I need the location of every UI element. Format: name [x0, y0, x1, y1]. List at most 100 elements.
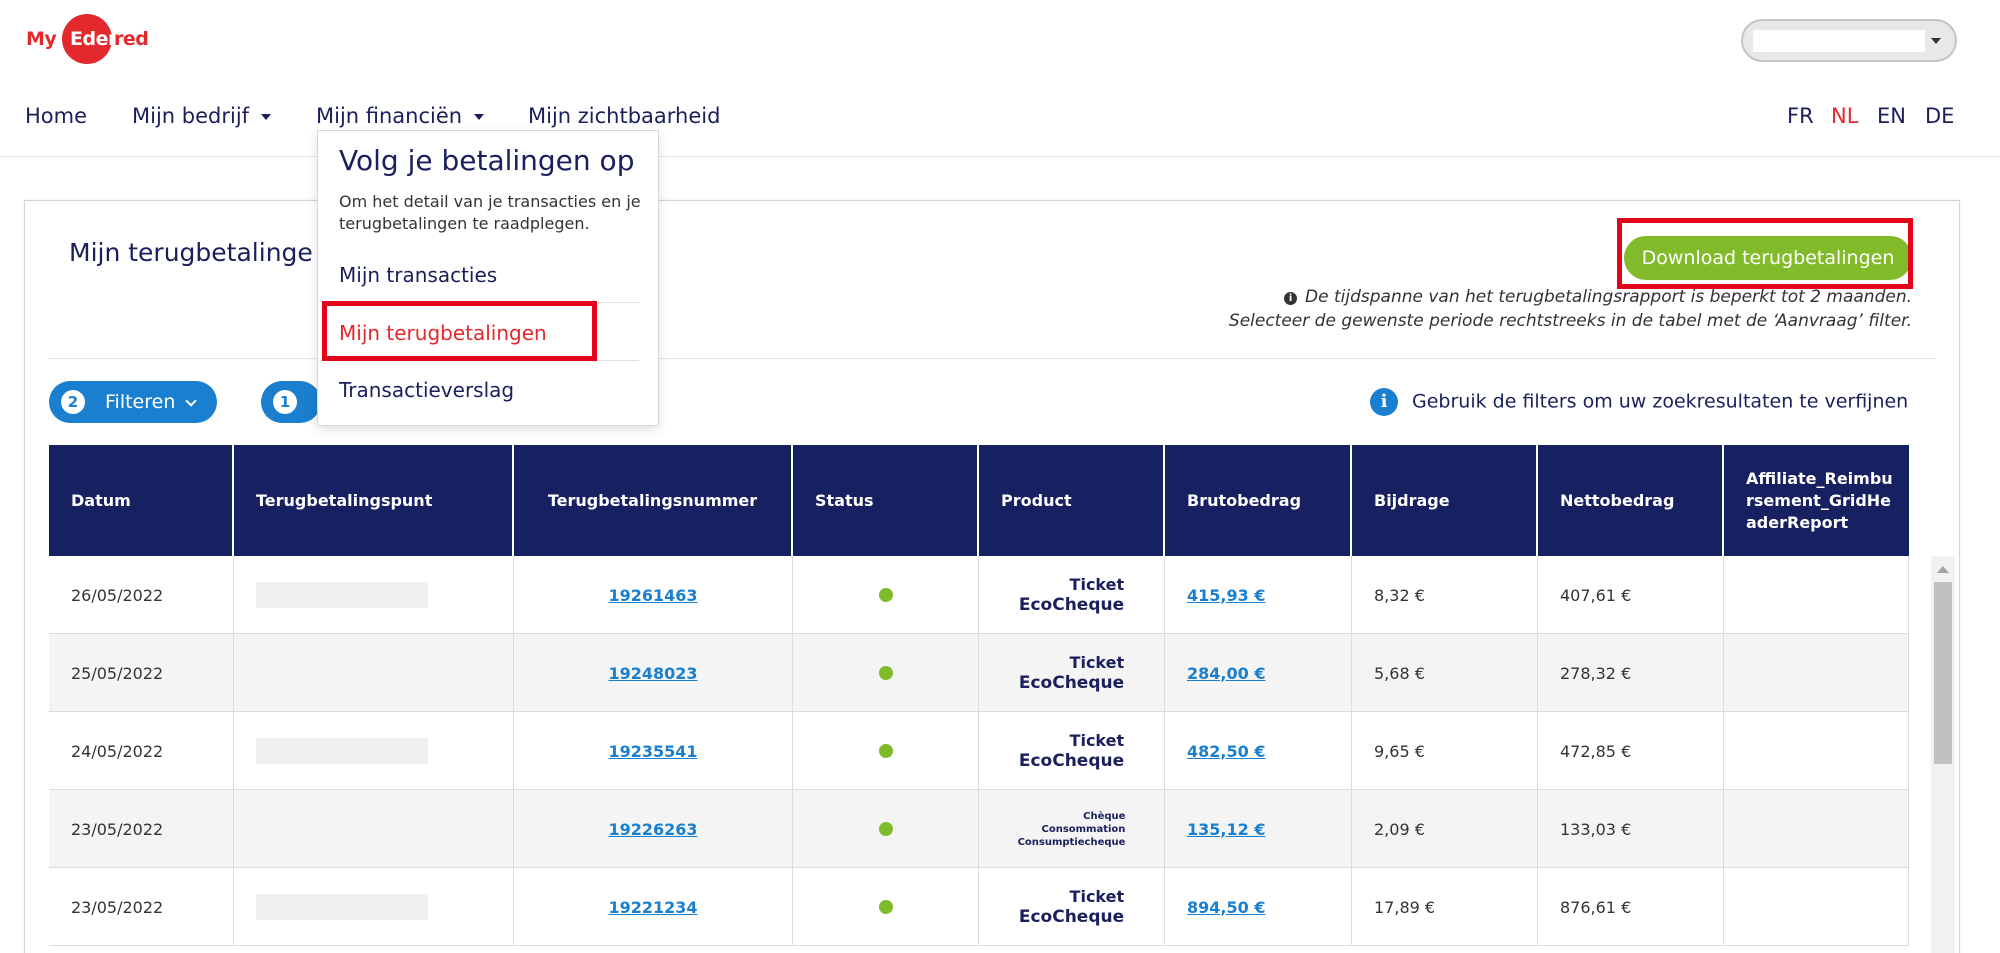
cell-number: 19248023: [514, 634, 793, 712]
cheque-consommation-logo: Chèque Consommation Consumptiecheque: [1018, 810, 1126, 849]
cell-affiliate-report: [1724, 790, 1909, 868]
cell-date: 25/05/2022: [49, 634, 234, 712]
highlight-box-reimbursements: [322, 301, 597, 361]
product-line-2: Consommation: [1041, 823, 1126, 835]
menu-item-transactions[interactable]: Mijn transacties: [339, 263, 497, 287]
dropdown-description: Om het detail van je transacties en je t…: [339, 192, 641, 233]
table-row[interactable]: 24/05/2022 19235541 Ticket EcoCheque 482,…: [49, 712, 1909, 790]
account-select[interactable]: [1741, 19, 1957, 62]
scroll-up-arrow-icon[interactable]: [1937, 566, 1949, 573]
cell-gross: 482,50 €: [1165, 712, 1352, 790]
redacted-value: [256, 582, 428, 608]
header-divider: [0, 156, 2000, 157]
cell-gross: 415,93 €: [1165, 556, 1352, 634]
product-line-3: Consumptiecheque: [1017, 836, 1126, 848]
product-line-1: Ticket: [1069, 653, 1125, 672]
col-product[interactable]: Product: [979, 445, 1165, 556]
info-circle-icon: i: [1370, 388, 1398, 416]
scrollbar-thumb[interactable]: [1934, 582, 1952, 764]
col-status[interactable]: Status: [793, 445, 979, 556]
gross-amount-link[interactable]: 415,93 €: [1187, 586, 1265, 605]
cell-product: Ticket EcoCheque: [979, 868, 1165, 946]
cell-affiliate-report: [1724, 556, 1909, 634]
nav-finances-label: Mijn financiën: [316, 104, 463, 128]
table-row[interactable]: 23/05/2022 19221234 Ticket EcoCheque 894,…: [49, 868, 1909, 946]
lang-de[interactable]: DE: [1925, 104, 1954, 128]
gross-amount-link[interactable]: 482,50 €: [1187, 742, 1265, 761]
lang-fr[interactable]: FR: [1787, 104, 1814, 128]
reimbursement-number-link[interactable]: 19235541: [608, 742, 697, 761]
cell-status: [793, 712, 979, 790]
active-filter-pill[interactable]: 1: [261, 381, 321, 423]
redacted-value: [256, 894, 428, 920]
nav-home[interactable]: Home: [25, 104, 87, 128]
ticket-ecocheque-logo: Ticket EcoCheque: [1019, 575, 1124, 615]
cell-gross: 135,12 €: [1165, 790, 1352, 868]
ticket-ecocheque-logo: Ticket EcoCheque: [1019, 887, 1124, 927]
highlight-box-download: [1617, 218, 1913, 289]
active-filter-count-badge: 1: [273, 390, 297, 414]
table-row[interactable]: 25/05/2022 19248023 Ticket EcoCheque 284,…: [49, 634, 1909, 712]
filter-hint-text: Gebruik de filters om uw zoekresultaten …: [1412, 390, 1909, 413]
cell-date: 23/05/2022: [49, 790, 234, 868]
reimbursement-number-link[interactable]: 19261463: [608, 586, 697, 605]
lang-nl[interactable]: NL: [1831, 104, 1858, 128]
cell-status: [793, 868, 979, 946]
ticket-ecocheque-logo: Ticket EcoCheque: [1019, 731, 1124, 771]
cell-affiliate-report: [1724, 868, 1909, 946]
info-line-2: Selecteer de gewenste periode rechtstree…: [1228, 311, 1912, 331]
cell-reimbursement-point: [234, 556, 514, 634]
cell-contribution: 9,65 €: [1352, 712, 1538, 790]
reimbursement-number-link[interactable]: 19248023: [608, 664, 697, 683]
cell-contribution: 5,68 €: [1352, 634, 1538, 712]
filter-button[interactable]: 2 Filteren: [49, 381, 217, 423]
col-affiliate-report[interactable]: Affiliate_Reimbursement_GridHeaderReport: [1724, 445, 1909, 556]
nav-visibility[interactable]: Mijn zichtbaarheid: [528, 104, 720, 128]
product-line-1: Ticket: [1069, 575, 1125, 594]
product-line-2: EcoCheque: [1018, 673, 1125, 693]
cell-product: Ticket EcoCheque: [979, 712, 1165, 790]
cell-reimbursement-point: [234, 712, 514, 790]
cell-net: 278,32 €: [1538, 634, 1724, 712]
info-text-1: De tijdspanne van het terugbetalingsrapp…: [1305, 287, 1912, 307]
status-ok-icon: [878, 900, 893, 914]
reimbursement-number-link[interactable]: 19221234: [608, 898, 697, 917]
col-date[interactable]: Datum: [49, 445, 234, 556]
col-gross-amount[interactable]: Brutobedrag: [1165, 445, 1352, 556]
table-header: Datum Terugbetalingspunt Terugbetalingsn…: [49, 445, 1909, 556]
product-line-1: Chèque: [1083, 810, 1126, 822]
col-reimbursement-point[interactable]: Terugbetalingspunt: [234, 445, 514, 556]
cell-affiliate-report: [1724, 634, 1909, 712]
edenred-logo[interactable]: My Eden red: [26, 14, 156, 64]
cell-affiliate-report: [1724, 712, 1909, 790]
filter-hint: i Gebruik de filters om uw zoekresultaten…: [1370, 388, 1908, 416]
gross-amount-link[interactable]: 135,12 €: [1187, 820, 1265, 839]
cell-net: 133,03 €: [1538, 790, 1724, 868]
col-contribution[interactable]: Bijdrage: [1352, 445, 1538, 556]
cell-contribution: 17,89 €: [1352, 868, 1538, 946]
status-ok-icon: [878, 666, 893, 680]
table-row[interactable]: 26/05/2022 19261463 Ticket EcoCheque 415,…: [49, 556, 1909, 634]
table-row[interactable]: 23/05/2022 19226263 Chèque Consommation Co…: [49, 790, 1909, 868]
cell-number: 19261463: [514, 556, 793, 634]
cell-status: [793, 790, 979, 868]
status-ok-icon: [878, 744, 893, 758]
gross-amount-link[interactable]: 284,00 €: [1187, 664, 1265, 683]
cell-product: Chèque Consommation Consumptiecheque: [979, 790, 1165, 868]
nav-finances[interactable]: Mijn financiën: [316, 104, 485, 128]
cell-contribution: 8,32 €: [1352, 556, 1538, 634]
gross-amount-link[interactable]: 894,50 €: [1187, 898, 1265, 917]
info-icon: i: [1284, 292, 1298, 305]
nav-company-label: Mijn bedrijf: [132, 104, 250, 128]
col-net-amount[interactable]: Nettobedrag: [1538, 445, 1724, 556]
cell-product: Ticket EcoCheque: [979, 556, 1165, 634]
info-line-1: i De tijdspanne van het terugbetalingsrap…: [1284, 287, 1912, 307]
filter-label: Filteren: [105, 391, 176, 413]
menu-item-transaction-report[interactable]: Transactieverslag: [339, 378, 514, 402]
lang-en[interactable]: EN: [1877, 104, 1906, 128]
col-reimbursement-number[interactable]: Terugbetalingsnummer: [514, 445, 793, 556]
nav-company[interactable]: Mijn bedrijf: [132, 104, 272, 128]
filter-count-badge: 2: [61, 390, 85, 414]
reimbursement-number-link[interactable]: 19226263: [608, 820, 697, 839]
status-ok-icon: [878, 588, 893, 602]
